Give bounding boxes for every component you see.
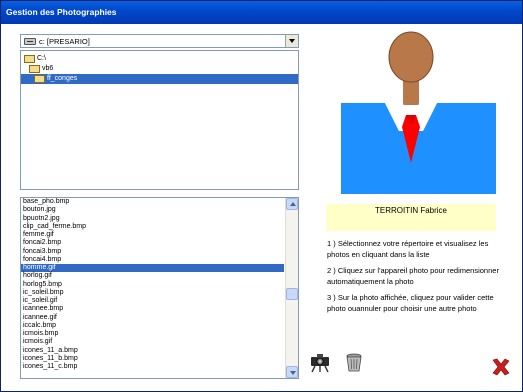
scroll-down-icon[interactable]: [286, 366, 298, 378]
chevron-down-icon[interactable]: [285, 35, 298, 47]
camera-icon: [311, 354, 329, 373]
directory-label: C:\: [37, 55, 46, 62]
close-icon: [492, 358, 510, 376]
file-list-item[interactable]: bouton.jpg: [21, 206, 284, 214]
scroll-thumb[interactable]: [286, 288, 298, 300]
file-list-item[interactable]: bpuotn2.jpg: [21, 215, 284, 223]
scroll-up-icon[interactable]: [286, 198, 298, 210]
instruction-step-2: 2 ) Cliquez sur l'appareil photo pour re…: [327, 266, 499, 286]
main-window: Gestion des Photographies c: [PRESARIO] …: [0, 0, 523, 392]
file-list-item[interactable]: horlog.gif: [21, 272, 284, 280]
file-items: base_pho.bmp bouton.jpg bpuotn2.jpg clip_ca…: [21, 198, 298, 371]
file-list-item[interactable]: femme.gif: [21, 231, 284, 239]
file-list-item[interactable]: icones_11_b.bmp: [21, 355, 284, 363]
photo-preview[interactable]: [341, 31, 496, 194]
instructions: 1 ) Sélectionnez votre répertoire et vis…: [327, 239, 507, 320]
directory-label: vb6: [42, 65, 54, 72]
file-list-item[interactable]: ic_soleil.bmp: [21, 289, 284, 297]
delete-button[interactable]: [343, 351, 365, 373]
file-list-item[interactable]: ic_soleil.gif: [21, 297, 284, 305]
close-button[interactable]: [490, 356, 512, 378]
file-list-item[interactable]: clip_cad_ferme.bmp: [21, 223, 284, 231]
file-list-item[interactable]: foncai2.bmp: [21, 239, 284, 247]
file-list-scrollbar[interactable]: [285, 198, 298, 378]
file-list-item[interactable]: icones_11_c.bmp: [21, 363, 284, 371]
directory-item-ff-conges[interactable]: ff_conges: [21, 74, 298, 84]
person-name: TERROITIN Fabrice: [374, 206, 447, 215]
file-list-item[interactable]: icmois.bmp: [21, 330, 284, 338]
file-list-item[interactable]: foncai3.bmp: [21, 248, 284, 256]
file-list-item[interactable]: base_pho.bmp: [21, 198, 284, 206]
hard-drive-icon: [24, 38, 36, 45]
open-folder-icon: [34, 75, 45, 83]
instruction-step-3: 3 ) Sur la photo affichée, cliquez pour …: [327, 293, 494, 313]
file-list-item[interactable]: foncai4.bmp: [21, 256, 284, 264]
file-list-item[interactable]: iccalc.bmp: [21, 322, 284, 330]
open-folder-icon: [29, 65, 40, 73]
file-list[interactable]: base_pho.bmp bouton.jpg bpuotn2.jpg clip_ca…: [20, 197, 299, 379]
person-figure-image: [341, 31, 496, 194]
file-list-item[interactable]: horlog5.bmp: [21, 281, 284, 289]
file-list-item[interactable]: icannee.gif: [21, 314, 284, 322]
drive-select[interactable]: c: [PRESARIO]: [20, 34, 299, 48]
directory-item-root[interactable]: C:\: [21, 54, 298, 64]
drive-select-value: c: [PRESARIO]: [39, 37, 90, 46]
trash-icon: [346, 353, 362, 372]
title-bar[interactable]: Gestion des Photographies: [1, 1, 522, 24]
file-list-item[interactable]: icmois.gif: [21, 338, 284, 346]
file-list-item[interactable]: icones_11_a.bmp: [21, 347, 284, 355]
directory-item-vb6[interactable]: vb6: [21, 64, 298, 74]
file-list-item[interactable]: homme.gif: [21, 264, 284, 273]
file-list-item[interactable]: icannee.bmp: [21, 305, 284, 313]
figure-head: [388, 31, 434, 83]
window-title: Gestion des Photographies: [6, 7, 117, 17]
camera-button[interactable]: [309, 351, 331, 373]
open-folder-icon: [24, 55, 35, 63]
directory-list[interactable]: C:\ vb6 ff_conges: [20, 50, 299, 190]
person-name-label: TERROITIN Fabrice: [326, 204, 496, 231]
directory-label: ff_conges: [47, 75, 78, 82]
instruction-step-1: 1 ) Sélectionnez votre répertoire et vis…: [327, 239, 489, 259]
